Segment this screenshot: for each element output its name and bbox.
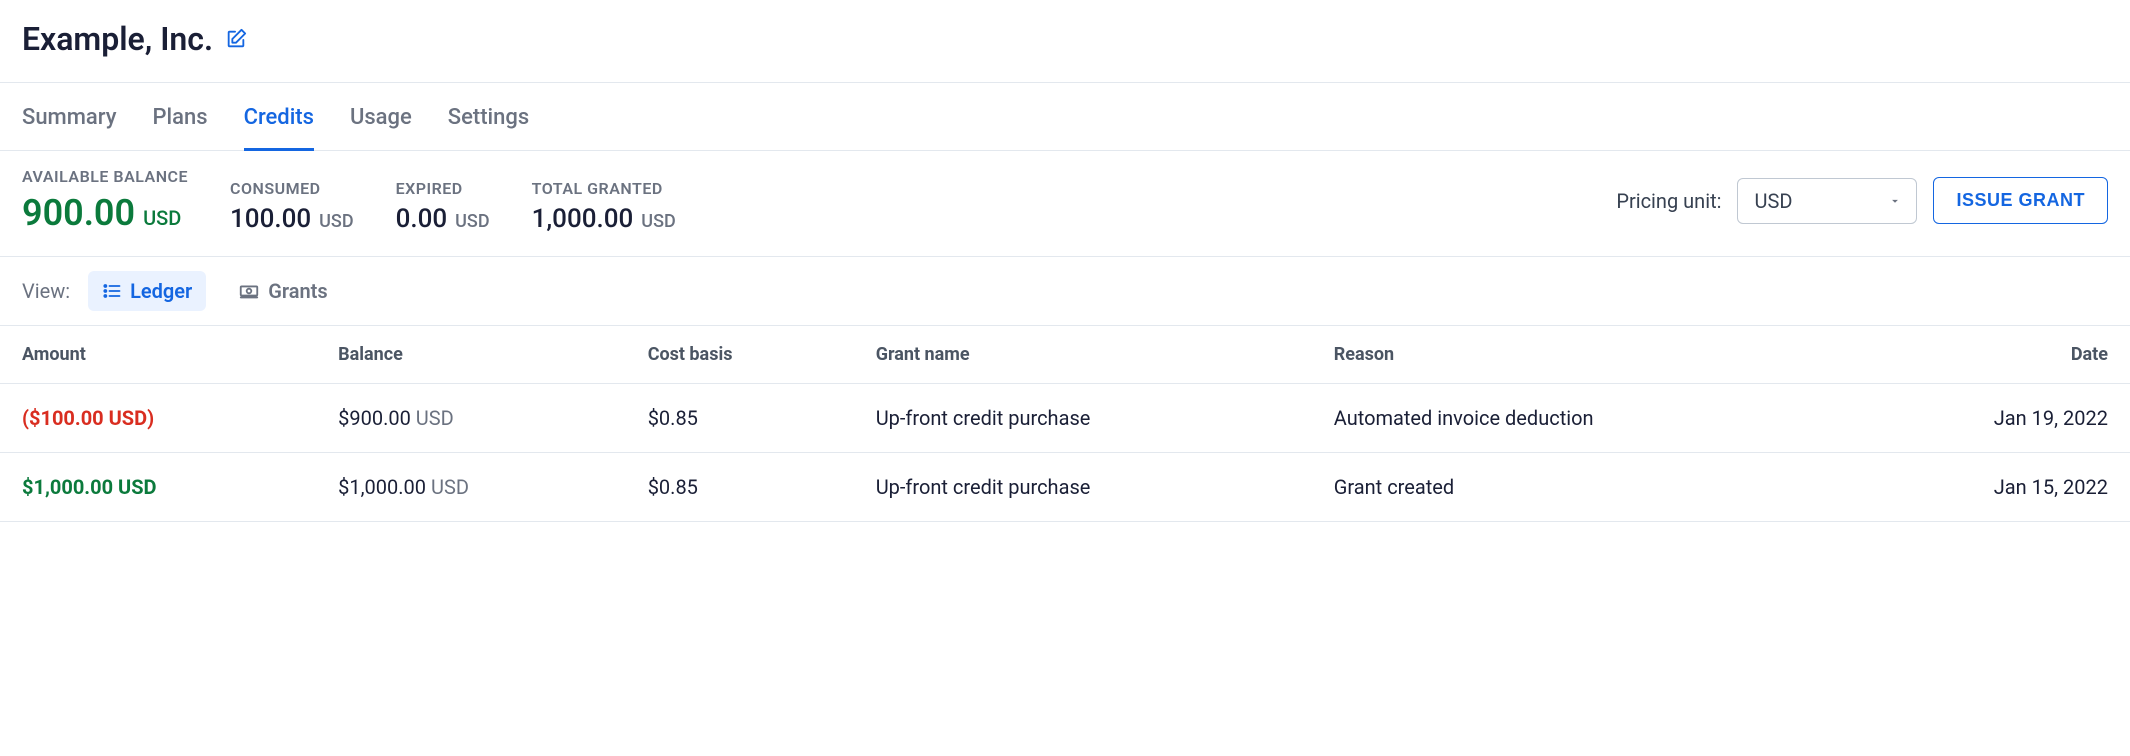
cell-balance: $900.00 USD (316, 384, 626, 453)
table-row: $1,000.00 USD $1,000.00 USD $0.85 Up-fro… (0, 453, 2130, 522)
stat-currency: USD (319, 211, 353, 232)
stat-expired: EXPIRED 0.00 USD (396, 179, 490, 234)
tab-credits[interactable]: Credits (244, 83, 314, 150)
col-grant-name: Grant name (854, 326, 1312, 384)
view-toggle-label: Ledger (130, 279, 192, 303)
stat-label: CONSUMED (230, 179, 354, 198)
stat-total-granted: TOTAL GRANTED 1,000.00 USD (532, 179, 676, 234)
tab-settings[interactable]: Settings (448, 83, 529, 150)
cell-amount: $1,000.00 USD (22, 475, 157, 499)
tab-usage[interactable]: Usage (350, 83, 412, 150)
pricing-unit-select[interactable]: USD (1737, 178, 1917, 224)
stat-value: 1,000.00 (532, 204, 634, 234)
view-toggle-ledger[interactable]: Ledger (88, 271, 206, 311)
view-toggle-grants[interactable]: Grants (224, 271, 341, 311)
stat-available-balance: AVAILABLE BALANCE 900.00 USD (22, 167, 188, 234)
stat-value: 900.00 (22, 192, 135, 234)
cash-icon (238, 280, 260, 302)
table-row: ($100.00 USD) $900.00 USD $0.85 Up-front… (0, 384, 2130, 453)
stat-label: TOTAL GRANTED (532, 179, 676, 198)
chevron-down-icon (1888, 189, 1902, 213)
list-icon (102, 281, 122, 301)
view-label: View: (22, 279, 70, 303)
cell-reason: Grant created (1312, 453, 1850, 522)
cell-date: Jan 19, 2022 (1850, 384, 2130, 453)
cell-amount: ($100.00 USD) (22, 406, 154, 430)
col-date: Date (1850, 326, 2130, 384)
col-cost-basis: Cost basis (626, 326, 854, 384)
cell-date: Jan 15, 2022 (1850, 453, 2130, 522)
cell-reason: Automated invoice deduction (1312, 384, 1850, 453)
ledger-table: Amount Balance Cost basis Grant name Rea… (0, 326, 2130, 522)
cell-balance: $1,000.00 USD (316, 453, 626, 522)
pricing-unit-label: Pricing unit: (1616, 189, 1721, 213)
stat-label: EXPIRED (396, 179, 490, 198)
cell-grant-name: Up-front credit purchase (854, 453, 1312, 522)
col-amount: Amount (0, 326, 316, 384)
issue-grant-button[interactable]: ISSUE GRANT (1933, 177, 2108, 224)
page-title: Example, Inc. (22, 20, 213, 58)
col-reason: Reason (1312, 326, 1850, 384)
stat-value: 0.00 (396, 204, 448, 234)
cell-cost-basis: $0.85 (626, 384, 854, 453)
stat-label: AVAILABLE BALANCE (22, 167, 188, 186)
stat-currency: USD (143, 206, 181, 230)
col-balance: Balance (316, 326, 626, 384)
cell-cost-basis: $0.85 (626, 453, 854, 522)
stat-currency: USD (455, 211, 489, 232)
view-toggle-label: Grants (268, 279, 327, 303)
tabs: Summary Plans Credits Usage Settings (0, 83, 2130, 151)
cell-grant-name: Up-front credit purchase (854, 384, 1312, 453)
stat-value: 100.00 (230, 204, 311, 234)
tab-plans[interactable]: Plans (153, 83, 208, 150)
stat-consumed: CONSUMED 100.00 USD (230, 179, 354, 234)
pricing-unit-value: USD (1754, 189, 1792, 213)
edit-icon[interactable] (225, 28, 247, 50)
stat-currency: USD (641, 211, 675, 232)
tab-summary[interactable]: Summary (22, 83, 117, 150)
